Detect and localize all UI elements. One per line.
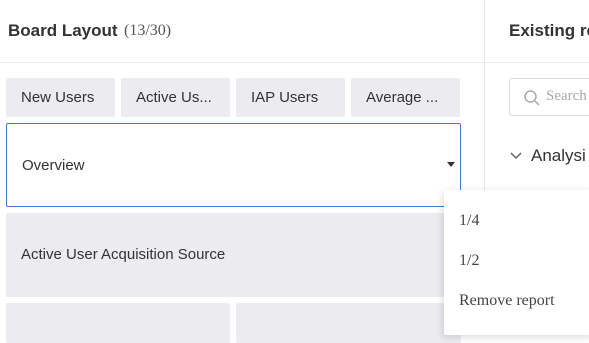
- widget-placeholder-1[interactable]: [6, 303, 230, 343]
- overview-dropdown[interactable]: Overview: [6, 123, 461, 207]
- search-icon: [524, 90, 540, 106]
- board-layout-title: Board Layout: [8, 21, 118, 40]
- chip-average[interactable]: Average ...: [351, 78, 460, 117]
- menu-item-remove-report[interactable]: Remove report: [459, 292, 555, 310]
- search-placeholder: Search: [546, 88, 587, 104]
- caret-down-icon[interactable]: [447, 162, 455, 167]
- chevron-down-icon: [510, 152, 522, 160]
- widget-label: Active User Acquisition Source: [21, 246, 226, 263]
- menu-item-quarter[interactable]: 1/4: [459, 212, 479, 230]
- chip-new-users[interactable]: New Users: [6, 78, 115, 117]
- analysis-section-label: Analysi: [531, 146, 586, 165]
- widget-placeholder-2[interactable]: [236, 303, 461, 343]
- widget-active-user-acquisition[interactable]: Active User Acquisition Source: [6, 213, 461, 297]
- search-input[interactable]: Search: [509, 78, 589, 116]
- header-divider: [0, 62, 484, 63]
- existing-reports-title: Existing re: [509, 21, 589, 40]
- board-layout-count: (13/30): [124, 22, 172, 39]
- menu-item-half[interactable]: 1/2: [459, 252, 479, 270]
- overview-label: Overview: [22, 157, 85, 174]
- right-header-divider: [485, 62, 589, 63]
- chip-iap-users[interactable]: IAP Users: [236, 78, 345, 117]
- board-layout-panel: Board Layout (13/30) New Users Active Us…: [0, 0, 484, 343]
- size-context-menu: 1/4 1/2 Remove report: [444, 190, 589, 335]
- chip-active-users[interactable]: Active Us...: [121, 78, 230, 117]
